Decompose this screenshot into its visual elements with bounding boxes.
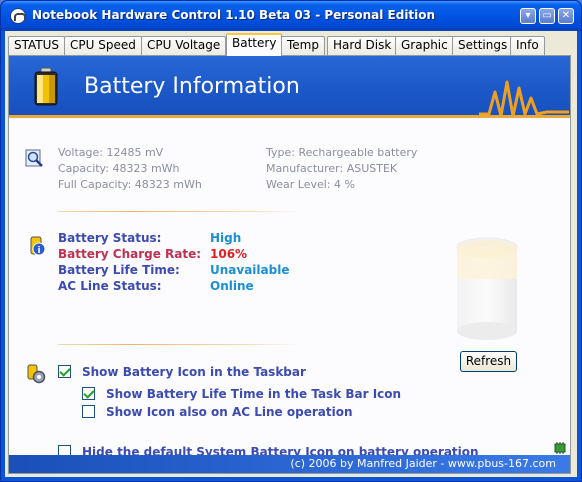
app-icon[interactable]	[10, 8, 26, 24]
battery-status-value: High	[210, 231, 242, 245]
header-accent-line	[9, 115, 570, 118]
battery-status-label: Battery Status:	[58, 231, 162, 245]
refresh-button[interactable]: Refresh	[460, 351, 517, 372]
battery-status-table: Battery Status: High Battery Charge Rate…	[58, 230, 289, 294]
tab-temp[interactable]: Temp	[281, 36, 325, 55]
footer-bar: (c) 2006 by Manfred Jaider - www.pbus-16…	[9, 455, 570, 473]
title-bar[interactable]: Notebook Hardware Control 1.10 Beta 03 -…	[1, 1, 581, 31]
battery-info-left: Voltage: 12485 mV Capacity: 48323 mWh Fu…	[58, 145, 202, 193]
minimize-button[interactable]: ▾	[520, 8, 536, 24]
tab-cpu-speed[interactable]: CPU Speed	[64, 36, 142, 55]
magnifier-icon	[25, 149, 43, 167]
battery-info-right: Type: Rechargeable battery Manufacturer:…	[266, 145, 417, 193]
charge-rate-value: 106%	[210, 247, 248, 261]
close-button[interactable]: ✕	[558, 8, 574, 24]
charge-rate-label: Battery Charge Rate:	[58, 247, 202, 261]
voltage-text: Voltage: 12485 mV	[58, 146, 164, 159]
show-life-time-label[interactable]: Show Battery Life Time in the Task Bar I…	[106, 387, 401, 401]
client-area: STATUS CPU Speed CPU Voltage Battery Tem…	[5, 31, 577, 477]
ac-line-label: AC Line Status:	[58, 279, 162, 293]
info-icon: i	[30, 236, 46, 256]
type-text: Type: Rechargeable battery	[266, 146, 418, 159]
battery-watermark	[456, 237, 518, 340]
page-title: Battery Information	[84, 74, 300, 99]
panel-header: Battery Information	[9, 56, 570, 118]
maximize-button[interactable]: ▭	[539, 8, 555, 24]
settings-gear-icon	[27, 364, 46, 384]
show-life-time-checkbox[interactable]	[82, 387, 95, 400]
svg-text:i: i	[37, 246, 40, 256]
app-window: Notebook Hardware Control 1.10 Beta 03 -…	[0, 0, 582, 482]
battery-panel: Battery Information Voltage: 12485 mV Ca…	[8, 55, 571, 474]
tab-settings[interactable]: Settings	[452, 36, 514, 55]
ac-line-value: Online	[210, 279, 254, 293]
divider	[58, 344, 300, 345]
tab-hard-disk[interactable]: Hard Disk	[327, 36, 398, 55]
tab-cpu-voltage[interactable]: CPU Voltage	[141, 36, 227, 55]
chip-icon	[554, 442, 566, 454]
life-time-value: Unavailable	[210, 263, 290, 277]
copyright-text: (c) 2006 by Manfred Jaider - www.pbus-16…	[290, 457, 556, 470]
waveform-graphic	[479, 80, 569, 118]
battery-icon	[34, 67, 58, 106]
life-time-label: Battery Life Time:	[58, 263, 180, 277]
capacity-text: Capacity: 48323 mWh	[58, 162, 180, 175]
tab-battery[interactable]: Battery	[226, 33, 283, 56]
show-taskbar-icon-label[interactable]: Show Battery Icon in the Taskbar	[82, 365, 306, 379]
tab-graphic[interactable]: Graphic	[395, 36, 454, 55]
window-title: Notebook Hardware Control 1.10 Beta 03 -…	[32, 8, 436, 22]
tab-info[interactable]: Info	[510, 36, 545, 55]
full-capacity-text: Full Capacity: 48323 mWh	[58, 178, 202, 191]
wear-level-text: Wear Level: 4 %	[266, 178, 355, 191]
show-on-ac-checkbox[interactable]	[82, 405, 95, 418]
show-taskbar-icon-checkbox[interactable]	[58, 365, 71, 378]
tab-status[interactable]: STATUS	[8, 36, 66, 55]
divider	[58, 211, 300, 212]
manufacturer-text: Manufacturer: ASUSTEK	[266, 162, 398, 175]
show-on-ac-label[interactable]: Show Icon also on AC Line operation	[106, 405, 353, 419]
